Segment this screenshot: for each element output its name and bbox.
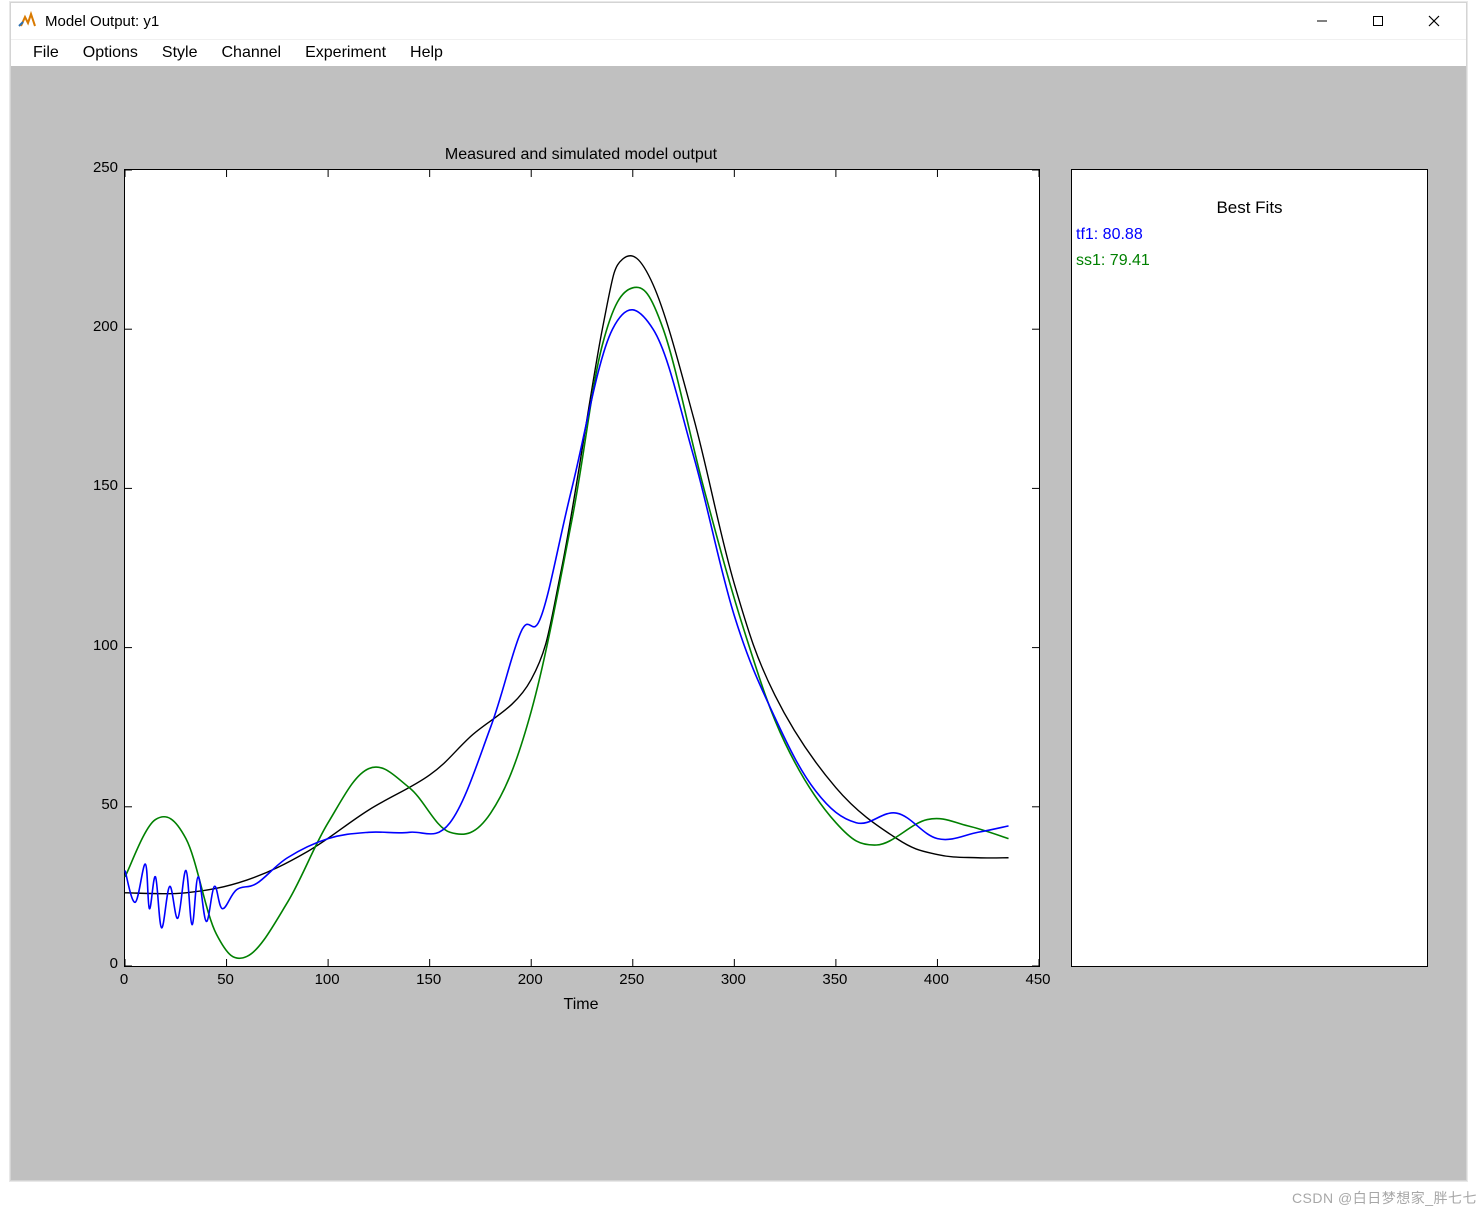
maximize-button[interactable]	[1350, 4, 1406, 38]
best-fits-panel: Best Fits tf1: 80.88 ss1: 79.41	[1071, 169, 1428, 967]
x-tick-label: 50	[212, 971, 240, 988]
watermark: CSDN @白日梦想家_胖七七	[1292, 1188, 1477, 1208]
x-tick-label: 300	[719, 971, 747, 988]
y-tick-label: 100	[80, 637, 118, 654]
axes[interactable]	[124, 169, 1040, 967]
window-controls	[1294, 4, 1462, 38]
figure-area: Measured and simulated model output Time…	[11, 66, 1466, 1180]
menu-channel[interactable]: Channel	[210, 42, 294, 64]
menu-style[interactable]: Style	[150, 42, 210, 64]
titlebar: Model Output: y1	[11, 3, 1466, 40]
plot-svg	[125, 170, 1039, 966]
menu-help[interactable]: Help	[398, 42, 455, 64]
x-tick-label: 350	[821, 971, 849, 988]
close-button[interactable]	[1406, 4, 1462, 38]
y-tick-label: 150	[80, 477, 118, 494]
y-tick-label: 250	[80, 159, 118, 176]
x-tick-label: 250	[618, 971, 646, 988]
window-title: Model Output: y1	[45, 13, 1294, 30]
x-tick-label: 400	[922, 971, 950, 988]
legend-title: Best Fits	[1072, 198, 1427, 218]
menu-experiment[interactable]: Experiment	[293, 42, 398, 64]
x-tick-label: 200	[516, 971, 544, 988]
x-tick-label: 150	[415, 971, 443, 988]
legend-item-label: tf1: 80.88	[1076, 226, 1143, 243]
axes-title: Measured and simulated model output	[124, 146, 1038, 164]
minimize-button[interactable]	[1294, 4, 1350, 38]
menu-file[interactable]: File	[21, 42, 71, 64]
menubar: File Options Style Channel Experiment He…	[11, 40, 1466, 67]
legend-item-ss1[interactable]: ss1: 79.41	[1076, 252, 1150, 270]
x-tick-label: 100	[313, 971, 341, 988]
matlab-icon	[17, 11, 37, 31]
legend-item-label: ss1: 79.41	[1076, 252, 1150, 269]
x-tick-label: 0	[110, 971, 138, 988]
figure-window: Model Output: y1 File Options Style Chan…	[10, 2, 1467, 1181]
x-tick-label: 450	[1024, 971, 1052, 988]
y-tick-label: 50	[80, 796, 118, 813]
menu-options[interactable]: Options	[71, 42, 150, 64]
legend-item-tf1[interactable]: tf1: 80.88	[1076, 226, 1143, 244]
y-tick-label: 0	[80, 955, 118, 972]
y-tick-label: 200	[80, 318, 118, 335]
x-axis-label: Time	[124, 996, 1038, 1014]
